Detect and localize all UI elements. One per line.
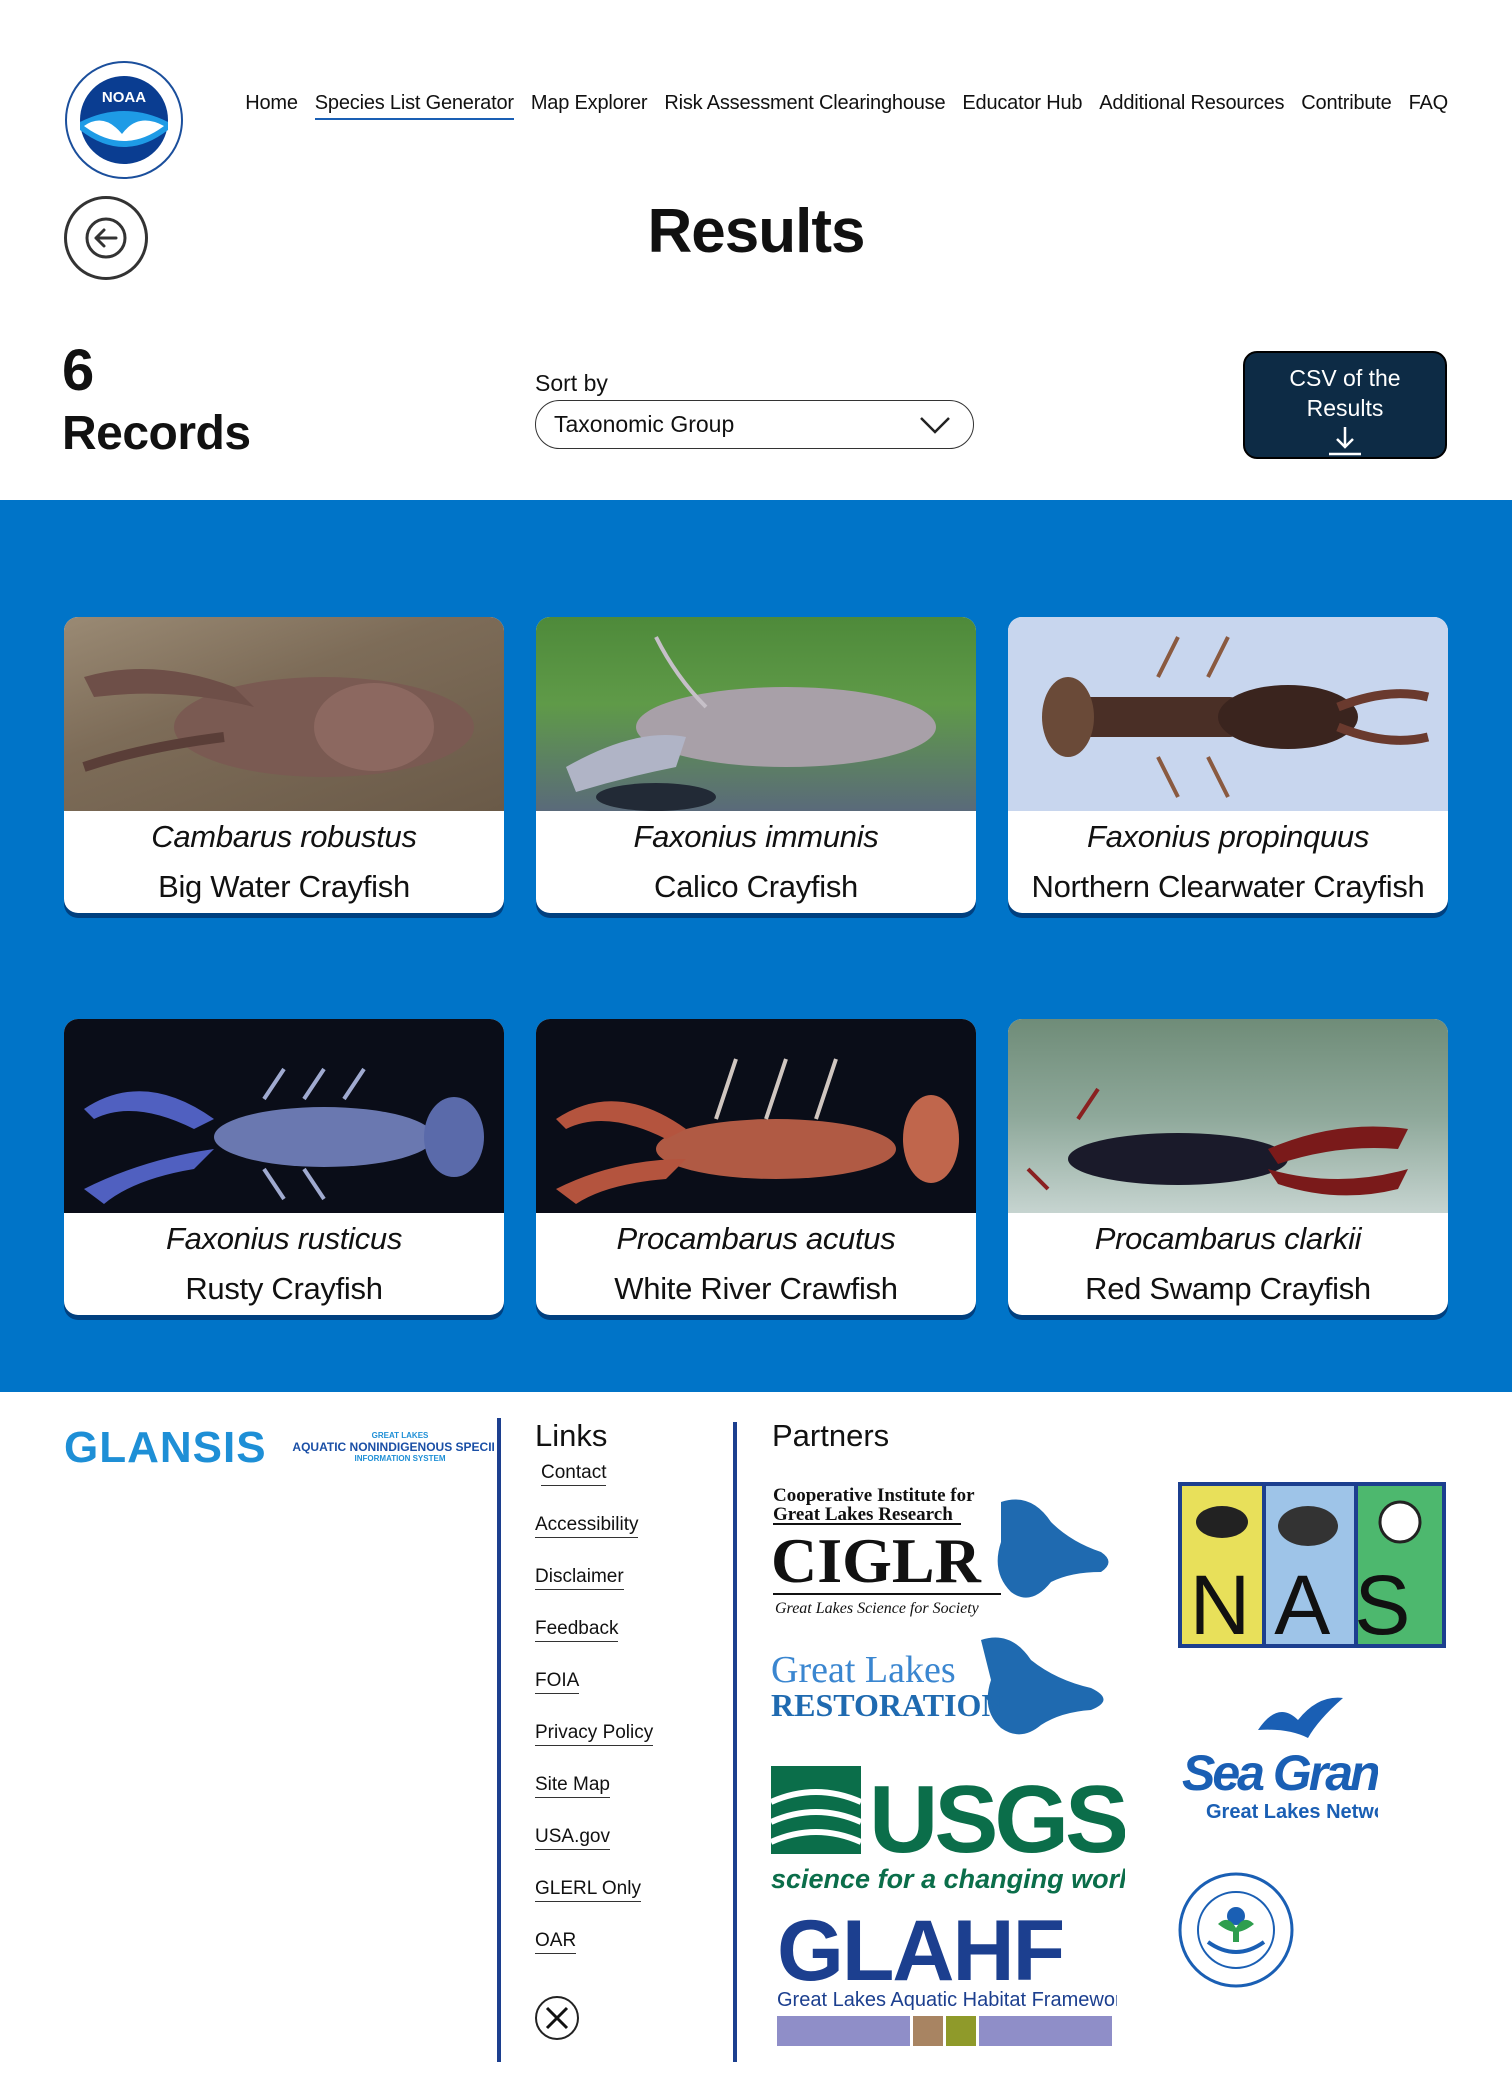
svg-text:Great Lakes Network: Great Lakes Network: [1206, 1801, 1378, 1823]
svg-text:NOAA: NOAA: [102, 89, 146, 106]
svg-text:GLANSIS: GLANSIS: [64, 1424, 267, 1468]
svg-text:GREAT LAKES: GREAT LAKES: [372, 1431, 429, 1440]
nav-link-faq[interactable]: FAQ: [1409, 92, 1449, 120]
species-common-name: Rusty Crayfish: [185, 1271, 383, 1306]
glahf-logo[interactable]: GLAHF Great Lakes Aquatic Habitat Framew…: [777, 1903, 1133, 2050]
sea-grant-logo[interactable]: Sea Grant Great Lakes Network: [1178, 1690, 1406, 1830]
footer-link-contact[interactable]: Contact: [541, 1462, 607, 1486]
nav-link-contribute[interactable]: Contribute: [1301, 92, 1391, 120]
svg-text:Great Lakes: Great Lakes: [771, 1649, 956, 1691]
species-scientific-name: Procambarus acutus: [616, 1221, 896, 1256]
species-photo: [64, 1019, 504, 1213]
footer-link-usa-gov[interactable]: USA.gov: [535, 1826, 610, 1850]
footer-divider: [497, 1418, 501, 2062]
nav-link-additional-resources[interactable]: Additional Resources: [1099, 92, 1284, 120]
noaa-logo[interactable]: NOAA: [64, 60, 184, 180]
sort-label: Sort by: [535, 370, 608, 396]
usgs-logo[interactable]: USGS science for a changing world: [769, 1762, 1144, 1898]
species-photo: [1008, 617, 1448, 811]
species-photo: [64, 617, 504, 811]
species-common-name: Calico Crayfish: [654, 869, 858, 904]
nas-logo[interactable]: NAS: [1178, 1482, 1446, 1652]
species-photo: [536, 617, 976, 811]
species-common-name: Red Swamp Crayfish: [1085, 1271, 1371, 1306]
svg-text:science for a changing world: science for a changing world: [771, 1864, 1125, 1894]
species-common-name: White River Crawfish: [614, 1271, 898, 1306]
csv-button-line1: CSV of the: [1289, 365, 1401, 391]
species-scientific-name: Faxonius propinquus: [1086, 819, 1370, 854]
species-card[interactable]: Procambarus acutus White River Crawfish: [536, 1019, 976, 1315]
svg-text:Great Lakes Science for Societ: Great Lakes Science for Society: [775, 1600, 980, 1617]
epa-seal[interactable]: [1178, 1872, 1294, 1988]
species-card[interactable]: Faxonius propinquus Northern Clearwater …: [1008, 617, 1448, 913]
species-scientific-name: Cambarus robustus: [151, 819, 417, 854]
partners-heading: Partners: [772, 1418, 890, 1453]
sort-selected-value: Taxonomic Group: [554, 411, 735, 437]
footer-links: Contact Accessibility Disclaimer Feedback FO…: [535, 1462, 654, 1982]
nav-link-home[interactable]: Home: [245, 92, 298, 120]
ciglr-logo[interactable]: Cooperative Institute for Great Lakes Re…: [771, 1482, 1131, 1622]
csv-button-line2: Results: [1306, 395, 1384, 421]
species-card[interactable]: Faxonius immunis Calico Crayfish: [536, 617, 976, 913]
footer-divider: [733, 1422, 737, 2062]
footer-link-accessibility[interactable]: Accessibility: [535, 1514, 639, 1538]
footer-link-oar[interactable]: OAR: [535, 1930, 577, 1954]
footer-link-foia[interactable]: FOIA: [535, 1670, 580, 1694]
species-common-name: Big Water Crayfish: [158, 869, 410, 904]
nav-link-species-list-generator[interactable]: Species List Generator: [314, 92, 514, 120]
csv-download-button[interactable]: CSV of the Results: [1243, 351, 1447, 459]
results-panel: Cambarus robustus Big Water Crayfish Fax…: [0, 500, 1512, 1392]
svg-text:INFORMATION SYSTEM: INFORMATION SYSTEM: [355, 1454, 446, 1463]
species-card[interactable]: Procambarus clarkii Red Swamp Crayfish: [1008, 1019, 1448, 1315]
record-count: 6: [62, 338, 95, 403]
footer-link-privacy-policy[interactable]: Privacy Policy: [535, 1722, 654, 1746]
sort-select[interactable]: Taxonomic Group: [535, 400, 974, 449]
species-scientific-name: Procambarus clarkii: [1094, 1221, 1362, 1256]
x-logo-icon: [545, 2006, 569, 2030]
footer-link-site-map[interactable]: Site Map: [535, 1774, 610, 1798]
species-photo: [536, 1019, 976, 1213]
x-social-link[interactable]: [535, 1996, 579, 2040]
nav-link-risk-assessment-clearinghouse[interactable]: Risk Assessment Clearinghouse: [664, 92, 945, 120]
species-common-name: Northern Clearwater Crayfish: [1031, 869, 1425, 904]
svg-text:Cooperative Institute for: Cooperative Institute for: [773, 1485, 975, 1506]
species-photo: [1008, 1019, 1448, 1213]
svg-text:Sea Grant: Sea Grant: [1182, 1745, 1378, 1801]
nav-link-map-explorer[interactable]: Map Explorer: [531, 92, 648, 120]
species-scientific-name: Faxonius immunis: [633, 819, 879, 854]
footer-link-glerl-only[interactable]: GLERL Only: [535, 1878, 641, 1902]
nav-link-educator-hub[interactable]: Educator Hub: [962, 92, 1082, 120]
footer-link-feedback[interactable]: Feedback: [535, 1618, 619, 1642]
svg-text:AQUATIC NONINDIGENOUS SPECIES: AQUATIC NONINDIGENOUS SPECIES: [292, 1440, 494, 1454]
footer-link-disclaimer[interactable]: Disclaimer: [535, 1566, 624, 1590]
record-count-label: Records: [62, 407, 251, 460]
svg-text:GLAHF: GLAHF: [777, 1910, 1063, 1999]
svg-text:Great Lakes Aquatic Habitat Fr: Great Lakes Aquatic Habitat Framework: [777, 1989, 1117, 2011]
species-card[interactable]: Faxonius rusticus Rusty Crayfish: [64, 1019, 504, 1315]
main-nav: Home Species List Generator Map Explorer Ri…: [245, 92, 1448, 120]
download-icon: [1329, 427, 1361, 456]
species-scientific-name: Faxonius rusticus: [165, 1221, 403, 1256]
svg-text:RESTORATION: RESTORATION: [771, 1687, 1005, 1723]
svg-text:NAS: NAS: [1190, 1558, 1435, 1648]
chevron-down-icon: [920, 416, 950, 434]
svg-text:CIGLR: CIGLR: [771, 1525, 982, 1596]
svg-text:Great Lakes Research: Great Lakes Research: [773, 1504, 953, 1525]
links-heading: Links: [535, 1418, 608, 1453]
page-title: Results: [647, 197, 866, 266]
species-card[interactable]: Cambarus robustus Big Water Crayfish: [64, 617, 504, 913]
svg-text:USGS: USGS: [869, 1766, 1125, 1873]
great-lakes-restoration-logo[interactable]: Great Lakes RESTORATION: [771, 1630, 1133, 1742]
glansis-logo[interactable]: GLANSIS GREAT LAKES AQUATIC NONINDIGENOU…: [64, 1423, 508, 1472]
